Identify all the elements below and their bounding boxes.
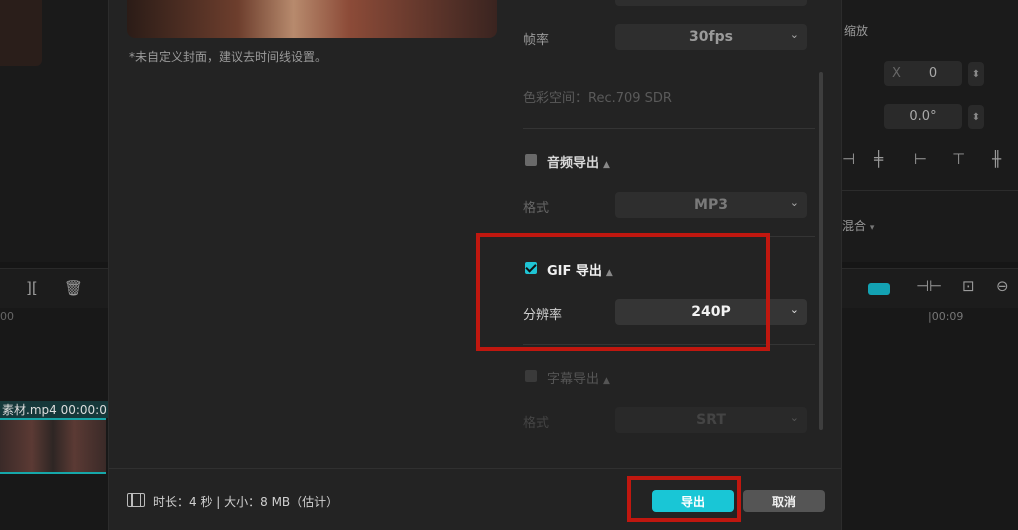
film-icon xyxy=(127,493,145,507)
snap-icon[interactable]: ⊣⊢ xyxy=(916,277,942,295)
section-divider xyxy=(523,344,815,345)
align-right-icon[interactable]: ⊢ xyxy=(914,150,927,168)
gif-resolution-label: 分辨率 xyxy=(523,308,563,323)
x-position-field[interactable]: X 0 xyxy=(884,61,962,86)
subtitle-export-title[interactable]: 字幕导出 ▲ xyxy=(547,368,610,387)
framerate-value: 30fps xyxy=(689,29,733,45)
settings-scrollbar[interactable] xyxy=(819,72,823,430)
x-label: X xyxy=(892,66,901,81)
chevron-down-icon: ⌄ xyxy=(789,28,799,41)
colorspace-label: 色彩空间：Rec.709 SDR xyxy=(523,91,672,106)
subtitle-format-select[interactable]: SRT ⌄ xyxy=(615,407,807,433)
clip-label: 素材.mp4 00:00:0 xyxy=(0,401,109,418)
audio-export-title[interactable]: 音频导出 ▲ xyxy=(547,152,610,171)
x-stepper[interactable]: ⬍ xyxy=(968,62,984,86)
dialog-footer: 时长：4 秒 | 大小：8 MB（估计） 导出 取消 xyxy=(109,468,841,530)
media-thumbnail xyxy=(0,0,42,66)
zoom-out-icon[interactable]: ⊖ xyxy=(996,277,1009,295)
delete-icon[interactable]: 🗑 xyxy=(64,279,83,297)
audio-format-label: 格式 xyxy=(523,201,550,216)
gif-resolution-value: 240P xyxy=(691,304,731,320)
link-icon[interactable] xyxy=(868,283,890,295)
export-dialog: *未自定义封面，建议去时间线设置。 ⌄ 帧率 30fps ⌄ 色彩空间：Rec.… xyxy=(108,0,842,530)
gif-resolution-select[interactable]: 240P ⌄ xyxy=(615,299,807,325)
subtitle-export-checkbox[interactable] xyxy=(525,370,537,382)
x-value: 0 xyxy=(928,66,938,81)
export-info: 时长：4 秒 | 大小：8 MB（估计） xyxy=(153,495,339,509)
chevron-down-icon: ⌄ xyxy=(789,411,799,424)
framerate-label: 帧率 xyxy=(523,33,550,48)
preview-zoom-icon[interactable]: ⊡ xyxy=(962,277,975,295)
audio-format-select[interactable]: MP3 ⌄ xyxy=(615,192,807,218)
rotation-field[interactable]: 0.0° xyxy=(884,104,962,129)
chevron-down-icon: ⌄ xyxy=(789,196,799,209)
align-left-icon[interactable]: ⊣ xyxy=(842,150,855,168)
subtitle-format-value: SRT xyxy=(696,412,726,428)
cover-thumbnail xyxy=(127,0,497,38)
caret-up-icon: ▲ xyxy=(603,160,610,170)
gif-export-checkbox[interactable] xyxy=(525,262,537,274)
gif-export-title[interactable]: GIF 导出 ▲ xyxy=(547,260,613,279)
subtitle-format-label: 格式 xyxy=(523,416,550,431)
section-divider xyxy=(523,236,815,237)
audio-export-checkbox[interactable] xyxy=(525,154,537,166)
align-middle-icon[interactable]: ╫ xyxy=(992,150,1001,168)
rotation-value: 0.0° xyxy=(909,109,937,124)
align-top-icon[interactable]: ⊤ xyxy=(952,150,965,168)
media-panel xyxy=(0,0,108,262)
export-button[interactable]: 导出 xyxy=(652,490,734,512)
rotation-stepper[interactable]: ⬍ xyxy=(968,105,984,129)
section-divider xyxy=(523,128,815,129)
chevron-down-icon: ⌄ xyxy=(789,303,799,316)
split-icon[interactable]: ][ xyxy=(26,279,38,297)
properties-panel: 缩放 X 0 ⬍ 0.0° ⬍ ⊣ ╪ ⊢ ⊤ ╫ 混合 ▾ xyxy=(842,0,1018,262)
scale-label: 缩放 xyxy=(844,24,869,38)
audio-format-value: MP3 xyxy=(694,197,728,213)
caret-up-icon: ▲ xyxy=(603,376,610,386)
cancel-button[interactable]: 取消 xyxy=(743,490,825,512)
resolution-select-top[interactable]: ⌄ xyxy=(615,0,807,6)
video-clip[interactable] xyxy=(0,418,106,474)
cover-note: *未自定义封面，建议去时间线设置。 xyxy=(129,50,328,64)
time-mark-left: 00 xyxy=(0,310,14,323)
caret-up-icon: ▲ xyxy=(605,268,613,278)
align-center-icon[interactable]: ╪ xyxy=(874,150,883,168)
panel-divider xyxy=(842,190,1018,191)
framerate-select[interactable]: 30fps ⌄ xyxy=(615,24,807,50)
time-mark-right: |00:09 xyxy=(928,310,964,323)
blend-label[interactable]: 混合 ▾ xyxy=(842,217,874,234)
